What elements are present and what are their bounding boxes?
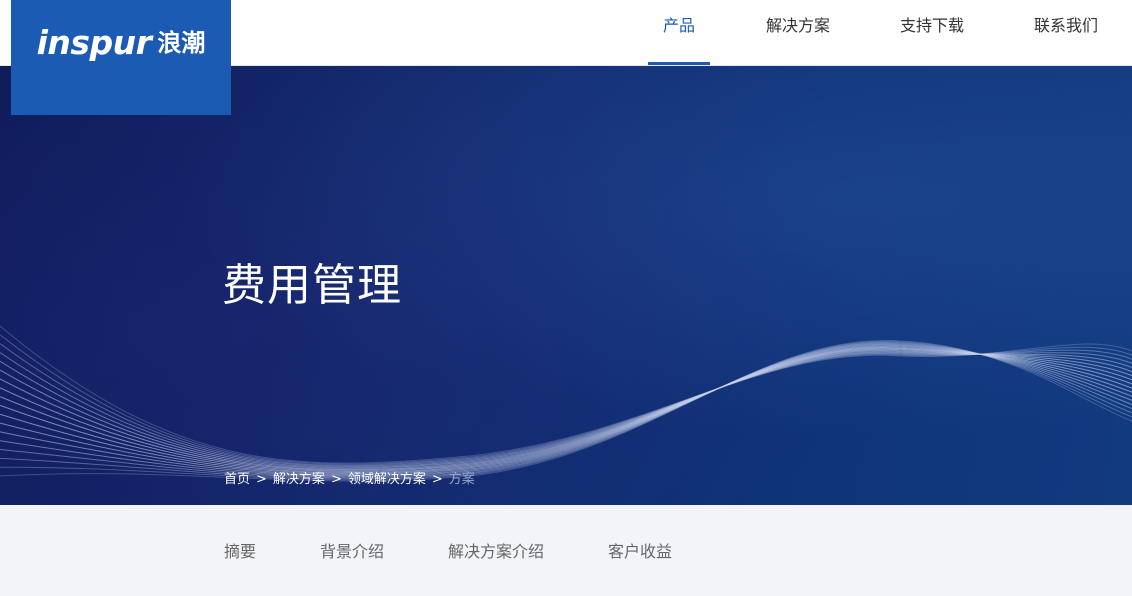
breadcrumb-separator: > [431, 472, 443, 487]
tab-summary[interactable]: 摘要 [224, 541, 256, 563]
inspur-logo[interactable]: inspur 浪潮 [11, 0, 231, 115]
wave-lines-decoration [0, 325, 1132, 482]
breadcrumb-domain-solutions[interactable]: 领域解决方案 [348, 472, 426, 487]
breadcrumb-separator: > [256, 472, 267, 487]
breadcrumb-solutions[interactable]: 解决方案 [273, 472, 325, 487]
logo-brand-en: inspur [36, 23, 152, 62]
tab-background[interactable]: 背景介绍 [320, 541, 384, 563]
breadcrumb-home[interactable]: 首页 [224, 472, 250, 487]
hero-banner: 费用管理 首页 > 解决方案 > 领域解决方案 > 方案 [0, 66, 1132, 505]
wave-line [0, 344, 1132, 477]
logo-brand-cn: 浪潮 [157, 29, 206, 57]
section-tabs: 摘要 背景介绍 解决方案介绍 客户收益 [0, 505, 1132, 596]
nav-item-solutions[interactable]: 解决方案 [758, 0, 838, 66]
page-title: 费用管理 [222, 260, 402, 311]
nav-item-contact-us[interactable]: 联系我们 [1026, 0, 1106, 66]
nav-item-support-download[interactable]: 支持下载 [892, 0, 972, 66]
breadcrumb: 首页 > 解决方案 > 领域解决方案 > 方案 [224, 470, 475, 490]
breadcrumb-separator: > [330, 472, 342, 487]
wave-line [0, 340, 1132, 481]
tab-solution-intro[interactable]: 解决方案介绍 [448, 541, 544, 563]
tab-customer-benefits[interactable]: 客户收益 [608, 541, 672, 563]
breadcrumb-current: 方案 [448, 472, 475, 487]
nav-item-products[interactable]: 产品 [648, 0, 710, 66]
nav-active-indicator [648, 62, 710, 65]
wave-line [0, 341, 1132, 480]
